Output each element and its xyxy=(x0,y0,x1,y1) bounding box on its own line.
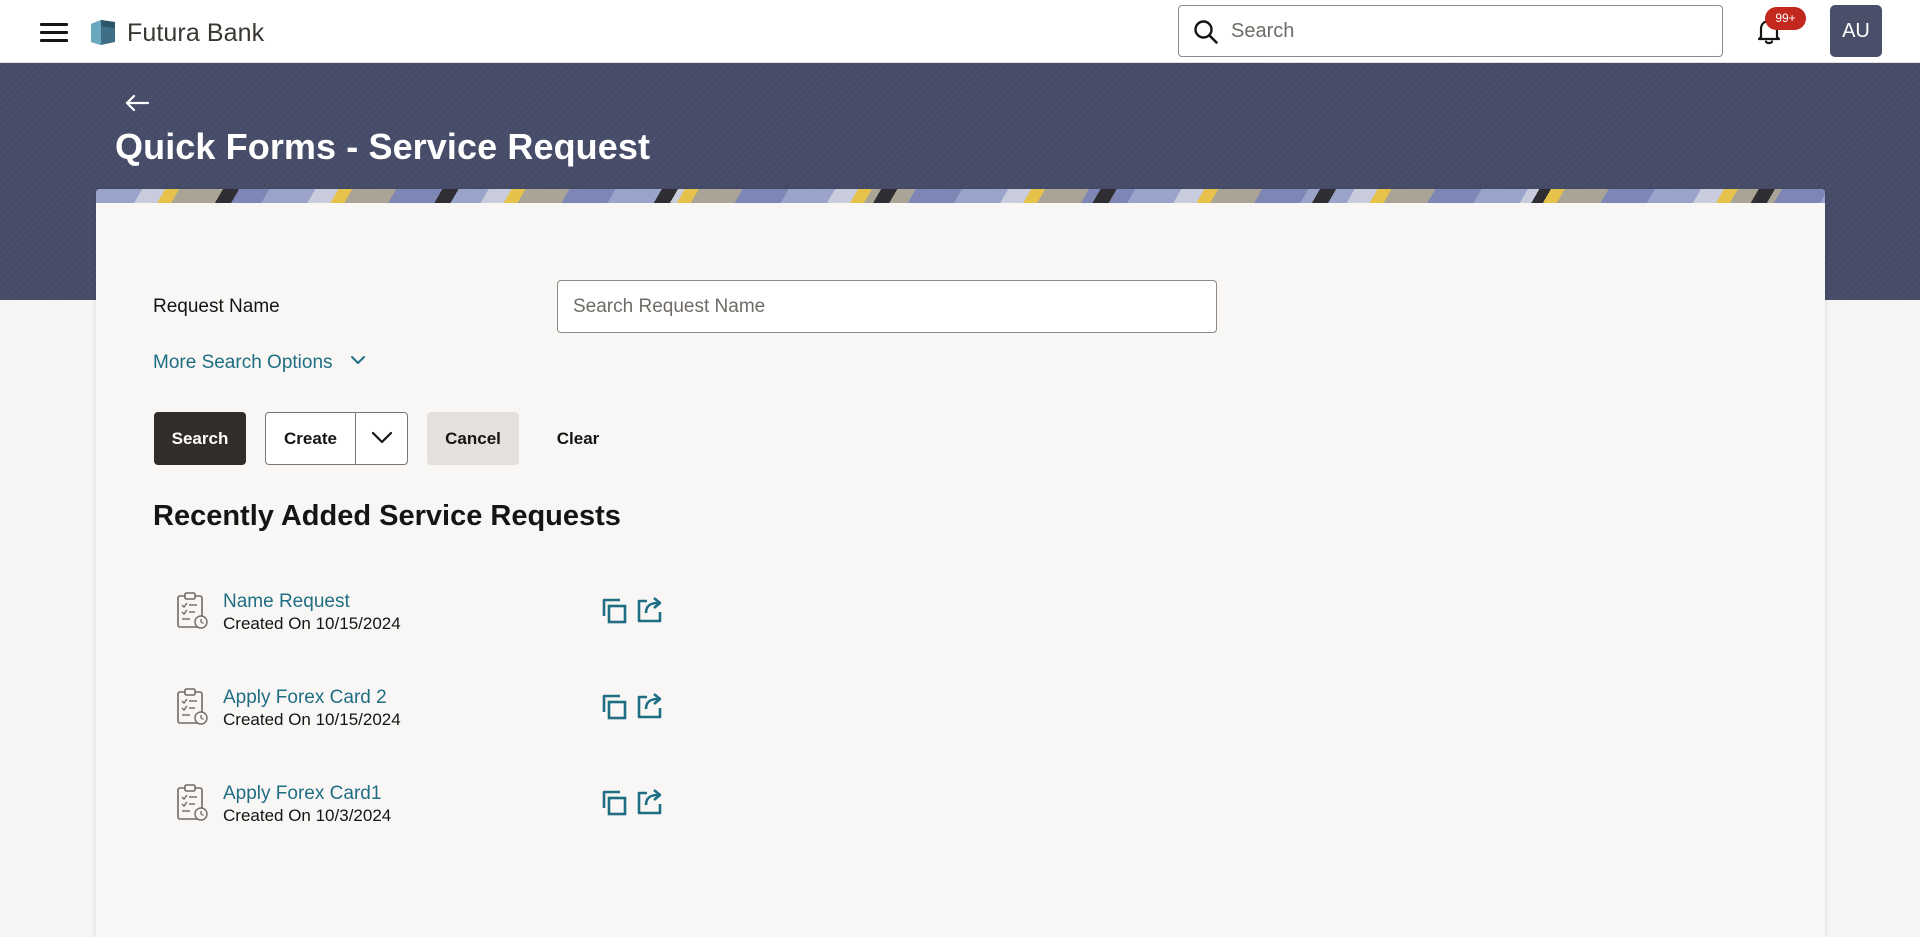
cancel-button[interactable]: Cancel xyxy=(427,412,519,465)
brand-name[interactable]: Futura Bank xyxy=(127,19,264,48)
document-icon xyxy=(177,592,208,629)
decorative-strip xyxy=(96,189,1825,203)
chevron-down-icon xyxy=(350,356,365,364)
copy-icon[interactable] xyxy=(599,692,629,722)
request-name-link[interactable]: Name Request xyxy=(223,591,350,613)
clear-button[interactable]: Clear xyxy=(543,412,613,465)
search-button[interactable]: Search xyxy=(154,412,246,465)
bank-logo-icon xyxy=(91,20,115,45)
more-search-options-link[interactable]: More Search Options xyxy=(153,352,366,374)
request-created-date: Created On 10/15/2024 xyxy=(223,614,401,633)
copy-icon[interactable] xyxy=(599,788,629,818)
global-search-input[interactable] xyxy=(1231,16,1701,46)
request-name-link[interactable]: Apply Forex Card1 xyxy=(223,783,381,805)
request-name-input[interactable] xyxy=(557,280,1217,333)
open-external-icon[interactable] xyxy=(635,786,665,816)
create-button-label[interactable]: Create xyxy=(266,413,355,464)
back-arrow-icon[interactable] xyxy=(124,92,150,114)
notification-badge: 99+ xyxy=(1765,7,1806,30)
list-item: Name Request Created On 10/15/2024 xyxy=(175,591,695,651)
document-icon xyxy=(177,784,208,821)
request-created-date: Created On 10/15/2024 xyxy=(223,710,401,729)
recent-requests-title: Recently Added Service Requests xyxy=(153,500,621,532)
document-icon xyxy=(177,688,208,725)
search-icon xyxy=(1194,20,1218,44)
request-name-label: Request Name xyxy=(153,296,280,317)
request-name-link[interactable]: Apply Forex Card 2 xyxy=(223,687,387,709)
list-item: Apply Forex Card 2 Created On 10/15/2024 xyxy=(175,687,695,747)
page-title: Quick Forms - Service Request xyxy=(115,126,651,167)
user-avatar[interactable]: AU xyxy=(1830,5,1882,57)
top-header: Futura Bank 99+ AU xyxy=(0,0,1920,63)
open-external-icon[interactable] xyxy=(635,690,665,720)
create-button[interactable]: Create xyxy=(265,412,408,465)
menu-icon[interactable] xyxy=(40,23,68,43)
copy-icon[interactable] xyxy=(599,596,629,626)
content-card: Request Name More Search Options Search … xyxy=(96,189,1825,937)
list-item: Apply Forex Card1 Created On 10/3/2024 xyxy=(175,783,695,843)
request-created-date: Created On 10/3/2024 xyxy=(223,806,392,825)
more-search-options-label: More Search Options xyxy=(153,352,333,373)
chevron-down-icon[interactable] xyxy=(356,413,408,464)
open-external-icon[interactable] xyxy=(635,594,665,624)
global-search-box[interactable] xyxy=(1178,5,1723,57)
